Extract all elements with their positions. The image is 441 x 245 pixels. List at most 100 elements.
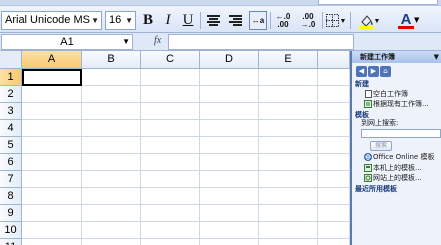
chevron-down-icon[interactable]: ▼ [340, 17, 347, 25]
cell-c4[interactable] [141, 120, 200, 137]
cell-c1[interactable] [141, 69, 200, 86]
forward-icon[interactable]: ▶ [368, 66, 379, 77]
row-header-5[interactable]: 5 [0, 137, 22, 154]
home-icon[interactable]: ⌂ [380, 66, 391, 77]
cell-b6[interactable] [82, 154, 141, 171]
column-header-a[interactable]: A [22, 51, 82, 69]
row-header-10[interactable]: 10 [0, 222, 22, 239]
computer-templates-link[interactable]: 本机上的模板... [373, 164, 422, 173]
column-header-b[interactable]: B [82, 51, 141, 69]
cell-d5[interactable] [200, 137, 259, 154]
cell-a6[interactable] [22, 154, 82, 171]
cell-f6[interactable] [318, 154, 350, 171]
help-search-box[interactable] [318, 0, 438, 5]
cell-e10[interactable] [259, 222, 318, 239]
fill-color-button[interactable]: ▼ [356, 11, 382, 30]
cell-a7[interactable] [22, 171, 82, 188]
cell-b3[interactable] [82, 103, 141, 120]
cell-d8[interactable] [200, 188, 259, 205]
cell-c10[interactable] [141, 222, 200, 239]
cell-c3[interactable] [141, 103, 200, 120]
cell-c7[interactable] [141, 171, 200, 188]
font-size-combo[interactable]: 16 ▼ [105, 11, 136, 30]
cell-a4[interactable] [22, 120, 82, 137]
cell-a3[interactable] [22, 103, 82, 120]
decrease-decimal-button[interactable]: .00 →.0 [297, 11, 319, 30]
cell-f4[interactable] [318, 120, 350, 137]
cell-d2[interactable] [200, 86, 259, 103]
cell-d9[interactable] [200, 205, 259, 222]
cell-e3[interactable] [259, 103, 318, 120]
cell-b4[interactable] [82, 120, 141, 137]
cell-f5[interactable] [318, 137, 350, 154]
font-name-combo[interactable]: Arial Unicode MS ▼ [1, 11, 102, 30]
cell-b5[interactable] [82, 137, 141, 154]
italic-button[interactable]: I [159, 11, 177, 30]
cell-d10[interactable] [200, 222, 259, 239]
cell-b11[interactable] [82, 239, 141, 245]
underline-button[interactable]: U [179, 11, 197, 30]
row-header-4[interactable]: 4 [0, 120, 22, 137]
blank-workbook-link[interactable]: 空白工作簿 [373, 90, 408, 99]
cell-e9[interactable] [259, 205, 318, 222]
align-right-button[interactable] [226, 11, 244, 30]
cell-d11[interactable] [200, 239, 259, 245]
search-button[interactable]: 搜索 [370, 141, 392, 151]
row-header-6[interactable]: 6 [0, 154, 22, 171]
website-templates-link[interactable]: 网站上的模板... [373, 174, 422, 183]
cell-b1[interactable] [82, 69, 141, 86]
active-cell[interactable] [22, 69, 82, 86]
cell-f1[interactable] [318, 69, 350, 86]
bold-button[interactable]: B [139, 11, 157, 30]
cell-a8[interactable] [22, 188, 82, 205]
cell-d4[interactable] [200, 120, 259, 137]
cell-b10[interactable] [82, 222, 141, 239]
cell-a5[interactable] [22, 137, 82, 154]
cell-f10[interactable] [318, 222, 350, 239]
select-all-corner[interactable] [0, 51, 22, 69]
borders-button[interactable]: ▼ [325, 11, 347, 30]
row-header-3[interactable]: 3 [0, 103, 22, 120]
from-existing-link[interactable]: 根据现有工作簿... [373, 100, 429, 109]
fx-icon[interactable]: fx [154, 35, 161, 46]
cell-c5[interactable] [141, 137, 200, 154]
cell-c2[interactable] [141, 86, 200, 103]
chevron-down-icon[interactable]: ▼ [414, 16, 419, 24]
cell-d3[interactable] [200, 103, 259, 120]
cell-f7[interactable] [318, 171, 350, 188]
name-box[interactable]: A1 ▼ [1, 34, 133, 50]
cell-e11[interactable] [259, 239, 318, 245]
cell-e5[interactable] [259, 137, 318, 154]
cell-f11[interactable] [318, 239, 350, 245]
column-header-e[interactable]: E [259, 51, 318, 69]
column-header-c[interactable]: C [141, 51, 200, 69]
merge-center-button[interactable]: ↔a [249, 11, 267, 30]
cell-d1[interactable] [200, 69, 259, 86]
row-header-8[interactable]: 8 [0, 188, 22, 205]
cell-c9[interactable] [141, 205, 200, 222]
row-header-11[interactable]: 11 [0, 239, 22, 245]
cell-d6[interactable] [200, 154, 259, 171]
template-search-input[interactable] [361, 129, 441, 138]
cell-a10[interactable] [22, 222, 82, 239]
cell-f2[interactable] [318, 86, 350, 103]
increase-decimal-button[interactable]: ←.0 .00 [272, 11, 294, 30]
cell-a9[interactable] [22, 205, 82, 222]
cell-e4[interactable] [259, 120, 318, 137]
cell-e1[interactable] [259, 69, 318, 86]
cell-e7[interactable] [259, 171, 318, 188]
chevron-down-icon[interactable]: ▼ [91, 12, 99, 29]
cell-e6[interactable] [259, 154, 318, 171]
cell-d7[interactable] [200, 171, 259, 188]
office-online-link[interactable]: Office Online 模板 [373, 153, 434, 162]
row-header-2[interactable]: 2 [0, 86, 22, 103]
cell-a11[interactable] [22, 239, 82, 245]
chevron-down-icon[interactable]: ▼ [374, 17, 381, 25]
row-header-1[interactable]: 1 [0, 69, 22, 86]
column-header-partial[interactable] [318, 51, 350, 69]
row-header-9[interactable]: 9 [0, 205, 22, 222]
cell-a2[interactable] [22, 86, 82, 103]
cell-f8[interactable] [318, 188, 350, 205]
cell-f9[interactable] [318, 205, 350, 222]
cell-e8[interactable] [259, 188, 318, 205]
